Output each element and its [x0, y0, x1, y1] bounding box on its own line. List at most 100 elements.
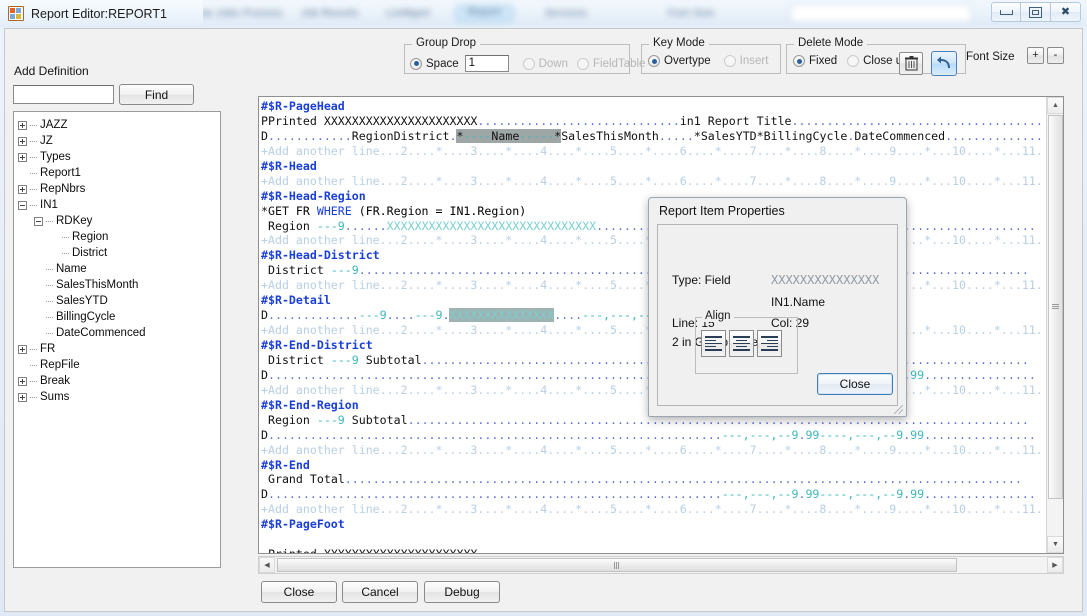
radio-overtype[interactable]: Overtype [648, 55, 711, 67]
delete-mode-legend: Delete Mode [794, 37, 868, 49]
expand-icon[interactable] [18, 120, 27, 130]
tree-item-jazz[interactable]: JAZZ [18, 117, 220, 133]
radio-down[interactable]: Down [522, 57, 568, 70]
collapse-icon[interactable] [18, 200, 27, 210]
code-content-line[interactable]: Printed XXXXXXXXXXXXXXXXXXXXXX..........… [261, 547, 1045, 553]
scroll-right-button[interactable]: ▶ [1047, 557, 1063, 573]
tree-item-break[interactable]: Break [18, 373, 220, 389]
tree-connector [30, 396, 37, 398]
expand-icon[interactable] [18, 376, 27, 386]
editor-vertical-scrollbar[interactable]: ▲ ▼ [1046, 97, 1063, 553]
trash-icon [904, 56, 918, 71]
code-ruler-line[interactable]: +Add another line...2....*....3....*....… [261, 174, 1045, 189]
tree-item-jz[interactable]: JZ [18, 133, 220, 149]
align-left-button[interactable] [701, 330, 726, 357]
expand-icon[interactable] [18, 392, 27, 402]
scroll-down-button[interactable]: ▼ [1047, 536, 1063, 553]
delete-button[interactable] [899, 52, 923, 75]
radio-fieldtable-label: FieldTable [593, 57, 646, 70]
tree-item-label: JZ [40, 135, 53, 147]
tree-item-repnbrs[interactable]: RepNbrs [18, 181, 220, 197]
tree-item-sums[interactable]: Sums [18, 389, 220, 405]
font-size-increase-button[interactable]: + [1027, 47, 1044, 64]
tree-item-label: District [72, 247, 108, 259]
radio-insert[interactable]: Insert [723, 55, 768, 67]
expand-icon[interactable] [18, 152, 27, 162]
code-content-line[interactable]: D............RegionDistrict.*----Name---… [261, 128, 1045, 144]
tree-item-district[interactable]: District [18, 245, 220, 261]
tree-item-region[interactable]: Region [18, 229, 220, 245]
scroll-left-button[interactable]: ◀ [259, 557, 275, 573]
tree-item-repfile[interactable]: RepFile [18, 357, 220, 373]
collapse-icon[interactable] [34, 216, 43, 226]
code-content-line[interactable]: D.......................................… [261, 487, 1045, 502]
horizontal-scroll-thumb[interactable] [277, 558, 957, 572]
tree-item-in1[interactable]: IN1 [18, 197, 220, 213]
find-button[interactable]: Find [119, 84, 194, 105]
code-content-line[interactable]: PPrinted XXXXXXXXXXXXXXXXXXXXXX.........… [261, 114, 1045, 129]
align-right-button[interactable] [757, 330, 782, 357]
code-content-line[interactable]: D.......................................… [261, 428, 1045, 443]
tree-item-fr[interactable]: FR [18, 341, 220, 357]
title-bar-left: Report Editor:REPORT1 [0, 0, 203, 27]
debug-button[interactable]: Debug [424, 581, 500, 603]
vertical-scroll-thumb[interactable] [1048, 115, 1063, 499]
code-ruler-line[interactable]: +Add another line...2....*....3....*....… [261, 502, 1045, 517]
expand-icon[interactable] [18, 344, 27, 354]
definition-input[interactable] [13, 85, 114, 104]
tree-item-salesytd[interactable]: SalesYTD [18, 293, 220, 309]
code-section-header[interactable]: #$R-PageFoot [261, 517, 1045, 532]
minimize-button[interactable] [991, 2, 1021, 22]
tree-item-label: Report1 [40, 167, 81, 179]
code-ruler-line[interactable]: +Add another line...2....*....3....*....… [261, 443, 1045, 458]
code-ruler-line[interactable]: +Add another line...2....*....3....*....… [261, 144, 1045, 159]
tree-item-label: DateCommenced [56, 327, 146, 339]
tree-item-datecommenced[interactable]: DateCommenced [18, 325, 220, 341]
tree-item-types[interactable]: Types [18, 149, 220, 165]
radio-fixed[interactable]: Fixed [793, 55, 837, 67]
code-section-header[interactable]: #$R-End [261, 458, 1045, 473]
report-item-properties-dialog[interactable]: Report Item Properties Type: Field XXXXX… [648, 197, 907, 417]
tree-item-label: Break [40, 375, 71, 387]
radio-fieldtable[interactable]: FieldTable [577, 57, 646, 70]
align-center-button[interactable] [729, 330, 754, 357]
tree-item-report1[interactable]: Report1 [18, 165, 220, 181]
tree-item-label: RDKey [56, 215, 93, 227]
code-blank-line[interactable] [261, 532, 1045, 547]
expand-icon[interactable] [18, 136, 27, 146]
tree-item-label: SalesYTD [56, 295, 108, 307]
cancel-button[interactable]: Cancel [342, 581, 418, 603]
tree-item-salesthismonth[interactable]: SalesThisMonth [18, 277, 220, 293]
scroll-up-button[interactable]: ▲ [1047, 97, 1063, 114]
undo-button[interactable] [931, 51, 957, 76]
definition-tree[interactable]: JAZZ JZ Types Report1 RepNbrs IN1 RDKey Region D… [13, 111, 221, 568]
code-content-line[interactable]: Grand Total.............................… [261, 472, 1045, 487]
close-bottom-button[interactable]: Close [261, 581, 337, 603]
font-size-decrease-button[interactable]: - [1047, 47, 1064, 64]
dialog-close-button[interactable]: Close [817, 373, 893, 395]
tree-item-rdkey[interactable]: RDKey [18, 213, 220, 229]
close-icon: ✖ [1060, 5, 1071, 18]
group-drop-space-value[interactable]: 1 [464, 55, 509, 72]
tree-item-label: JAZZ [40, 119, 68, 131]
group-drop-legend: Group Drop [412, 37, 481, 49]
delete-mode-options[interactable]: Fixed Close up [793, 55, 909, 67]
tree-item-label: Types [40, 151, 71, 163]
code-section-header[interactable]: #$R-PageHead [261, 99, 1045, 114]
maximize-button[interactable] [1021, 2, 1051, 22]
close-button[interactable]: ✖ [1051, 2, 1081, 22]
editor-horizontal-scrollbar[interactable]: ◀ ▶ [258, 556, 1064, 574]
tree-connector [30, 172, 37, 174]
group-drop-options[interactable]: Space 1 Down FieldTable [410, 55, 645, 72]
resize-grip-icon[interactable] [894, 405, 903, 414]
code-section-header[interactable]: #$R-Head [261, 159, 1045, 174]
radio-space[interactable]: Space [410, 57, 459, 70]
tree-item-billingcycle[interactable]: BillingCycle [18, 309, 220, 325]
key-mode-options[interactable]: Overtype Insert [648, 55, 768, 67]
window-controls[interactable]: ✖ [991, 2, 1081, 22]
expand-icon[interactable] [18, 184, 27, 194]
tree-item-name[interactable]: Name [18, 261, 220, 277]
